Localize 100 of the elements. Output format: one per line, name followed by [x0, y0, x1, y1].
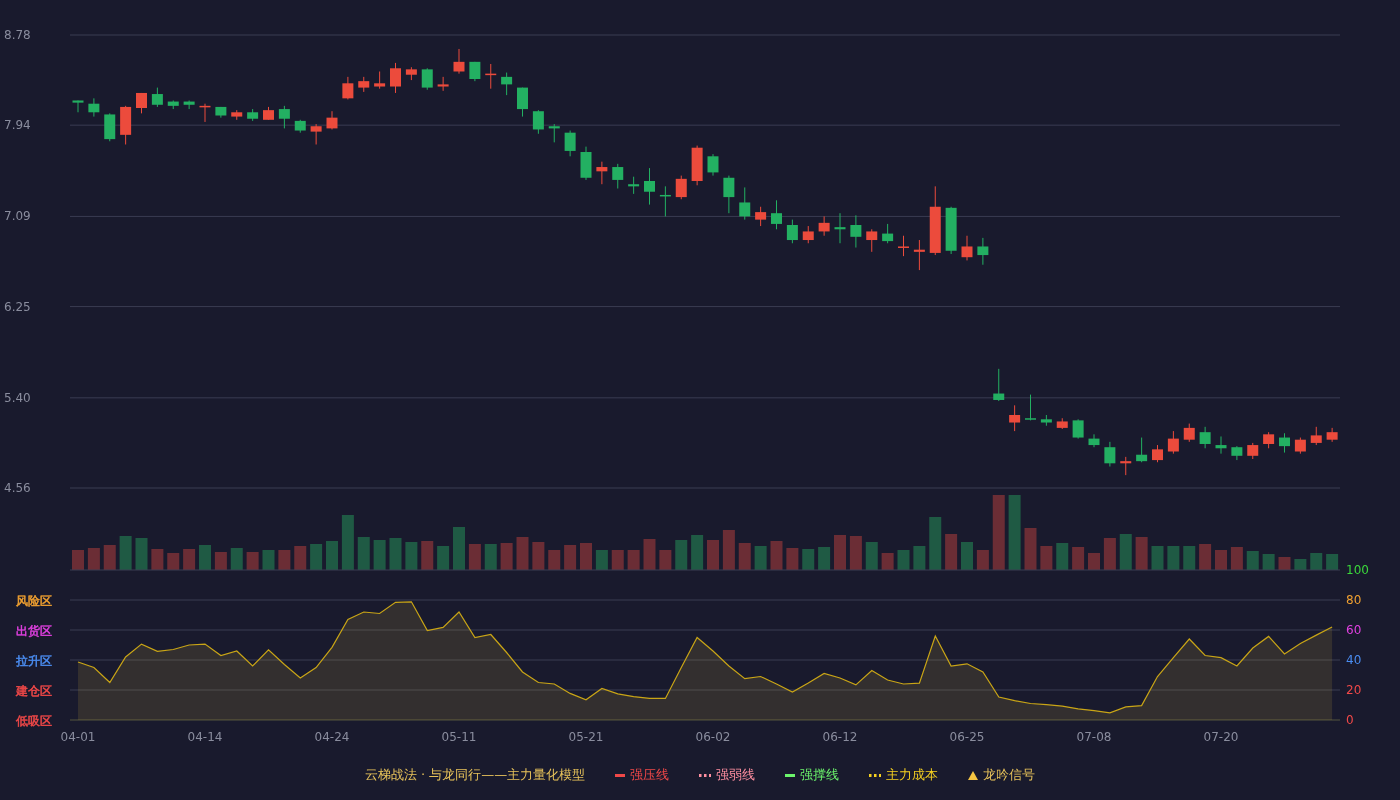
- volume-bar: [659, 550, 672, 570]
- candlestick: [215, 106, 227, 119]
- candlestick: [802, 225, 814, 244]
- volume-bar: [532, 542, 545, 570]
- candlestick: [1136, 437, 1148, 463]
- volume-bar: [278, 550, 291, 570]
- candlestick: [405, 66, 417, 81]
- candlestick: [739, 186, 751, 221]
- volume-bar: [214, 552, 227, 570]
- volume-bar: [865, 542, 878, 570]
- volume-bar: [770, 541, 783, 570]
- candlestick: [532, 109, 544, 135]
- legend-label: 强弱线: [716, 766, 756, 784]
- volume-bar: [326, 541, 338, 570]
- volume-bar: [262, 550, 275, 570]
- candlestick: [1056, 417, 1068, 430]
- volume-bar: [1326, 554, 1339, 570]
- volume-bar: [580, 543, 592, 570]
- volume-bar: [897, 550, 910, 570]
- volume-bar: [675, 540, 688, 570]
- candlestick: [1294, 437, 1306, 455]
- candlestick: [453, 48, 465, 75]
- volume-bar: [945, 534, 958, 570]
- axis-label: 06-02: [695, 730, 731, 744]
- candlestick: [1152, 444, 1163, 463]
- candlestick: [818, 215, 830, 237]
- volume-bar: [468, 544, 481, 570]
- candlestick: [755, 206, 767, 227]
- candlestick: [136, 92, 147, 114]
- candlestick: [580, 146, 592, 181]
- candlestick: [88, 97, 100, 118]
- candlestick: [691, 145, 703, 186]
- candlestick: [675, 175, 687, 200]
- volume-bar: [1040, 546, 1053, 570]
- zone-label: 建仓区: [16, 684, 52, 698]
- candlestick: [945, 206, 957, 255]
- volume-bar: [1230, 547, 1243, 570]
- volume-bar: [87, 548, 100, 570]
- volume-bar: [643, 539, 656, 570]
- candlestick: [517, 87, 528, 118]
- candlestick: [850, 214, 862, 249]
- candlestick: [1199, 426, 1211, 449]
- axis-label: 05-11: [441, 730, 477, 744]
- axis-label: 05-21: [568, 730, 604, 744]
- candlestick: [1279, 432, 1290, 454]
- axis-label: 0: [1346, 713, 1354, 727]
- candlestick: [263, 106, 274, 121]
- candlestick: [628, 176, 640, 195]
- volume-bar: [738, 543, 751, 570]
- candlestick: [548, 123, 560, 143]
- candlestick: [167, 100, 179, 110]
- candlestick: [294, 119, 306, 134]
- axis-label: 4.56: [4, 481, 31, 495]
- candlestick: [1104, 441, 1116, 468]
- candlestick: [342, 76, 354, 100]
- candlestick: [151, 87, 163, 108]
- zone-label: 出货区: [16, 624, 52, 638]
- candlestick: [1326, 427, 1338, 443]
- volume-bar: [357, 537, 370, 570]
- volume-bar: [834, 535, 846, 570]
- candlestick: [1025, 394, 1036, 421]
- legend-label: 龙吟信号: [983, 766, 1036, 784]
- volume-bar: [500, 543, 513, 570]
- axis-label: 40: [1346, 653, 1362, 667]
- candlestick: [1263, 431, 1275, 449]
- volume-bar: [516, 537, 529, 570]
- candlestick: [1215, 435, 1227, 455]
- legend-title: 云梯战法 · 与龙同行——主力量化模型: [364, 766, 586, 784]
- candlestick: [104, 112, 116, 142]
- candlestick: [326, 110, 338, 130]
- candlestick: [501, 72, 513, 96]
- candlestick: [358, 76, 370, 93]
- zone-label: 低吸区: [16, 714, 52, 728]
- zone-label: 风险区: [16, 594, 52, 608]
- candlestick: [421, 67, 433, 91]
- candlestick: [723, 175, 735, 214]
- candlestick: [1040, 414, 1052, 427]
- axis-label: 80: [1346, 593, 1362, 607]
- axis-label: 07-20: [1203, 730, 1239, 744]
- candlestick: [199, 103, 211, 123]
- legend-label: 强压线: [630, 766, 670, 784]
- candlestick: [469, 61, 481, 82]
- candlestick: [1167, 430, 1179, 455]
- candlestick: [1072, 418, 1084, 440]
- candlestick: [612, 163, 624, 189]
- volume-bar: [119, 536, 132, 570]
- volume-bar: [1119, 534, 1132, 570]
- candlestick: [1120, 456, 1132, 476]
- candlestick: [564, 130, 576, 157]
- candlestick: [659, 185, 671, 217]
- volume-bar: [484, 544, 497, 570]
- volume-bar: [1215, 550, 1227, 570]
- candlestick: [390, 62, 401, 94]
- volume-bar: [151, 549, 164, 570]
- axis-label: 20: [1346, 683, 1362, 697]
- volume-bar: [294, 546, 307, 570]
- volume-bar: [913, 546, 926, 570]
- volume-bar: [230, 548, 243, 570]
- axis-label: 04-14: [187, 730, 223, 744]
- candlestick: [1247, 442, 1259, 460]
